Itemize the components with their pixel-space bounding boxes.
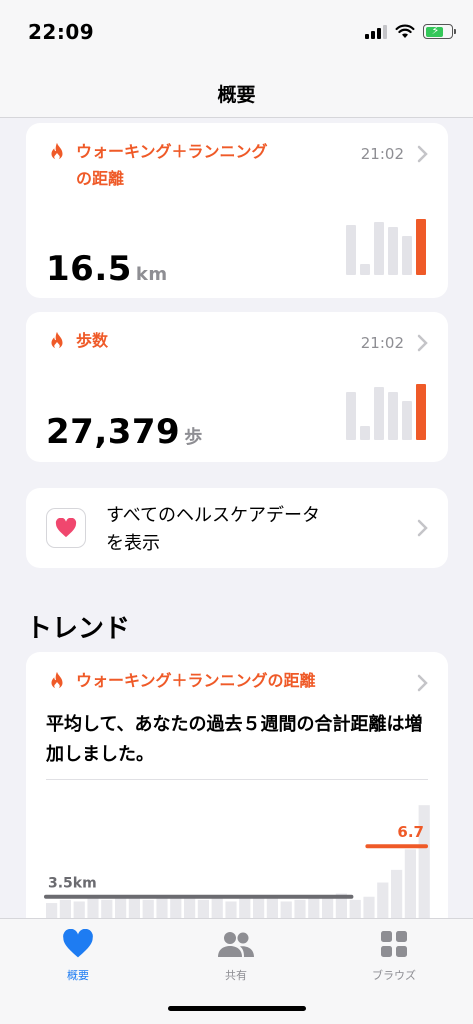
steps-number: 27,379 [46,412,181,452]
card-time: 21:02 [360,334,404,352]
trends-section-title: トレンド [26,614,131,644]
tab-sharing-label: 共有 [225,969,247,982]
mini-chart-bar [388,227,398,275]
distance-card[interactable]: ウォーキング＋ランニング の距離 21:02 16.5 km [26,123,448,298]
mini-chart-bar [360,426,370,440]
flame-icon [51,331,63,349]
average-label: 3.5km [48,876,97,892]
people-icon [218,932,254,957]
mini-chart-bar [402,236,412,275]
page-title: 概要 [217,84,256,106]
mini-chart-bar [346,225,356,275]
trend-description: 平均して、あなたの過去５週間の合計距離は増加しました。 [46,714,423,765]
flame-icon [51,671,63,689]
grid-icon [381,931,407,957]
steps-unit: 歩 [184,427,203,448]
tab-browse[interactable]: ブラウズ [344,929,444,983]
all-health-data-label: すべてのヘルスケアデータ を表示 [106,502,386,558]
tab-summary[interactable]: 概要 [28,928,128,983]
distance-number: 16.5 [46,249,132,289]
tab-summary-label: 概要 [67,969,89,982]
chevron-right-icon [417,145,428,163]
card-title: 歩数 [76,331,109,350]
all-health-data-button[interactable]: すべてのヘルスケアデータ を表示 [26,488,448,568]
all-health-data-line2: を表示 [106,533,160,554]
mini-chart-bar [416,384,426,440]
mini-chart-bar [346,392,356,440]
heart-icon [63,928,93,958]
card-time: 21:02 [360,145,404,163]
steps-card[interactable]: 歩数 21:02 27,379 歩 [26,312,448,462]
status-icons: ⚡ [365,24,456,39]
card-title-line2: の距離 [76,169,125,188]
nav-bar: 概要 [0,70,473,118]
chevron-right-icon [417,334,428,352]
all-health-data-line1: すべてのヘルスケアデータ [106,505,321,526]
health-app-icon [46,508,86,548]
chevron-right-icon [417,519,428,537]
distance-mini-chart [346,219,426,275]
steps-value: 27,379 歩 [46,412,203,452]
mini-chart-bar [416,219,426,275]
status-time: 22:09 [28,20,95,44]
recent-average-label: 6.7 [397,823,424,841]
chevron-right-icon [417,674,428,692]
steps-mini-chart [346,384,426,440]
tab-browse-label: ブラウズ [372,969,416,982]
mini-chart-bar [388,392,398,440]
status-bar: 22:09 ⚡ [0,0,473,70]
cellular-signal-icon [365,24,387,39]
trend-card[interactable]: ウォーキング＋ランニングの距離 平均して、あなたの過去５週間の合計距離は増加しま… [26,652,448,952]
mini-chart-bar [402,401,412,440]
card-title-line1: ウォーキング＋ランニング [76,142,268,161]
distance-value: 16.5 km [46,249,168,289]
tab-sharing[interactable]: 共有 [186,929,286,983]
flame-icon [51,142,63,160]
distance-unit: km [135,264,168,285]
battery-icon: ⚡ [423,24,456,39]
mini-chart-bar [360,264,370,275]
mini-chart-bar [374,387,384,440]
trend-card-title: ウォーキング＋ランニングの距離 [76,671,316,690]
wifi-icon [395,24,415,38]
heart-icon [55,518,77,538]
mini-chart-bar [374,222,384,275]
home-indicator [168,1006,306,1011]
